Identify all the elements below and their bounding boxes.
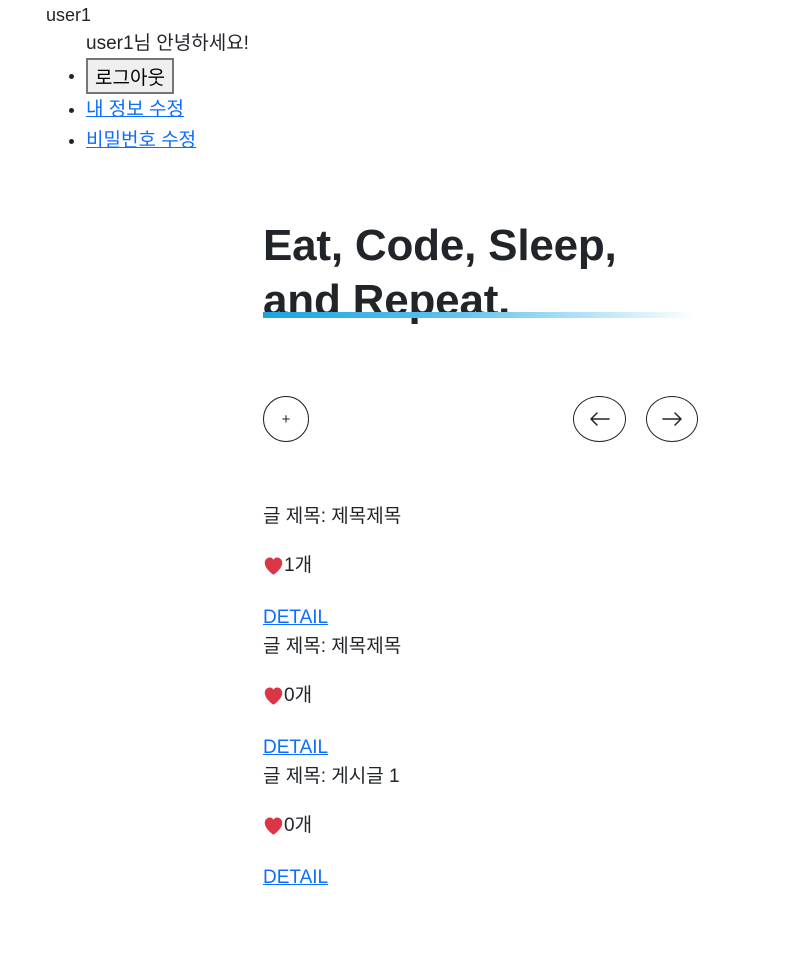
hero-title-line-1: Eat, Code, Sleep, [263,221,617,270]
heart-icon [264,817,283,835]
post-detail-link[interactable]: DETAIL [263,607,401,629]
user-menu-item-edit-profile: 내 정보 수정 [86,94,196,125]
arrow-right-icon [662,412,682,426]
prev-button[interactable] [573,396,626,442]
add-symbol: + [281,410,291,428]
greeting-text: user1님 안녕하세요! [86,33,249,54]
hero-underline [263,312,695,318]
post-item: 글 제목: 제목제목 0개 DETAIL [263,636,401,759]
post-like-count: 1개 [284,555,313,576]
post-title: 글 제목: 게시글 1 [263,766,400,787]
change-password-link[interactable]: 비밀번호 수정 [86,130,196,151]
post-like-count: 0개 [284,685,313,706]
edit-profile-link[interactable]: 내 정보 수정 [86,99,184,120]
post-title: 글 제목: 제목제목 [263,636,402,657]
logout-button[interactable]: 로그아웃 [86,58,174,94]
post-detail-link[interactable]: DETAIL [263,737,401,759]
post-detail-link[interactable]: DETAIL [263,867,400,889]
post-likes: 0개 [263,685,401,707]
user-menu-item-change-password: 비밀번호 수정 [86,125,196,156]
post-like-count: 0개 [284,815,313,836]
post-likes: 0개 [263,815,400,837]
username-label: user1 [46,5,92,25]
add-post-button[interactable]: + [263,396,309,442]
heart-icon [264,557,283,575]
post-title: 글 제목: 제목제목 [263,506,402,527]
post-likes: 1개 [263,555,401,577]
post-item: 글 제목: 게시글 1 0개 DETAIL [263,766,400,889]
post-item: 글 제목: 제목제목 1개 DETAIL [263,506,401,629]
user-menu-item-logout: 로그아웃 [86,58,196,94]
next-button[interactable] [646,396,698,442]
heart-icon [264,687,283,705]
user-menu: 로그아웃 내 정보 수정 비밀번호 수정 [0,58,196,156]
arrow-left-icon [589,412,610,426]
